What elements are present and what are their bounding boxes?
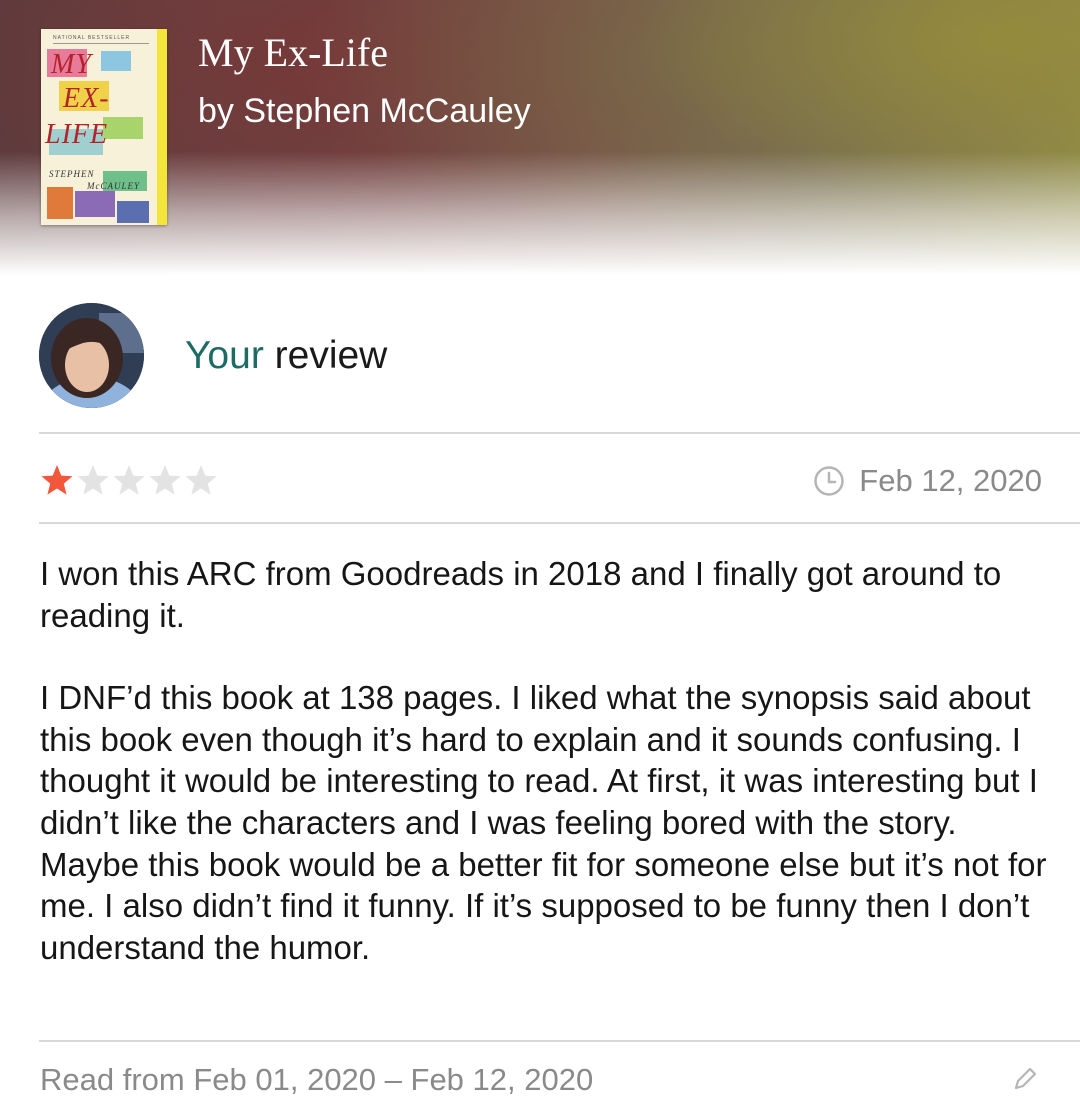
cover-author-line: STEPHEN (49, 169, 95, 179)
divider (39, 1040, 1080, 1042)
star-empty-icon[interactable] (75, 462, 111, 500)
cover-paper-scrap (75, 191, 115, 217)
review-heading-your[interactable]: Your (185, 334, 264, 377)
pencil-icon[interactable] (1010, 1064, 1040, 1094)
cover-title-line: LIFE (45, 119, 109, 150)
star-rating[interactable] (39, 462, 219, 500)
divider (39, 522, 1080, 524)
star-filled-icon[interactable] (39, 462, 75, 500)
cover-title-line: EX- (63, 83, 110, 114)
cover-rule (53, 43, 149, 44)
clock-icon (814, 466, 845, 496)
book-author[interactable]: by Stephen McCauley (198, 90, 531, 132)
cover-paper-scrap (101, 51, 131, 71)
book-cover[interactable]: NATIONAL BESTSELLER MY EX- LIFE STEPHEN … (41, 29, 167, 225)
review-paragraph: I DNF’d this book at 138 pages. I liked … (40, 679, 1047, 966)
cover-author-line: McCAULEY (87, 181, 140, 191)
cover-banner: NATIONAL BESTSELLER (53, 35, 131, 41)
star-empty-icon[interactable] (147, 462, 183, 500)
book-title[interactable]: My Ex-Life (198, 30, 388, 76)
review-body: I won this ARC from Goodreads in 2018 an… (40, 553, 1050, 968)
star-empty-icon[interactable] (111, 462, 147, 500)
cover-paper-scrap (103, 117, 143, 139)
cover-paper-scrap (47, 187, 73, 219)
divider (39, 432, 1080, 434)
review-heading: Your review (185, 332, 387, 380)
star-empty-icon[interactable] (183, 462, 219, 500)
review-heading-rest: review (263, 334, 388, 377)
cover-paper-scrap (117, 201, 149, 223)
cover-spine (157, 29, 167, 225)
avatar[interactable] (39, 303, 144, 408)
review-date: Feb 12, 2020 (813, 460, 1042, 502)
book-header: NATIONAL BESTSELLER MY EX- LIFE STEPHEN … (0, 0, 1080, 275)
cover-title-line: MY (51, 49, 92, 80)
date-text: Feb 12, 2020 (859, 463, 1042, 498)
read-dates: Read from Feb 01, 2020 – Feb 12, 2020 (40, 1062, 594, 1097)
avatar-photo (39, 303, 144, 408)
review-paragraph: I won this ARC from Goodreads in 2018 an… (40, 555, 1002, 634)
